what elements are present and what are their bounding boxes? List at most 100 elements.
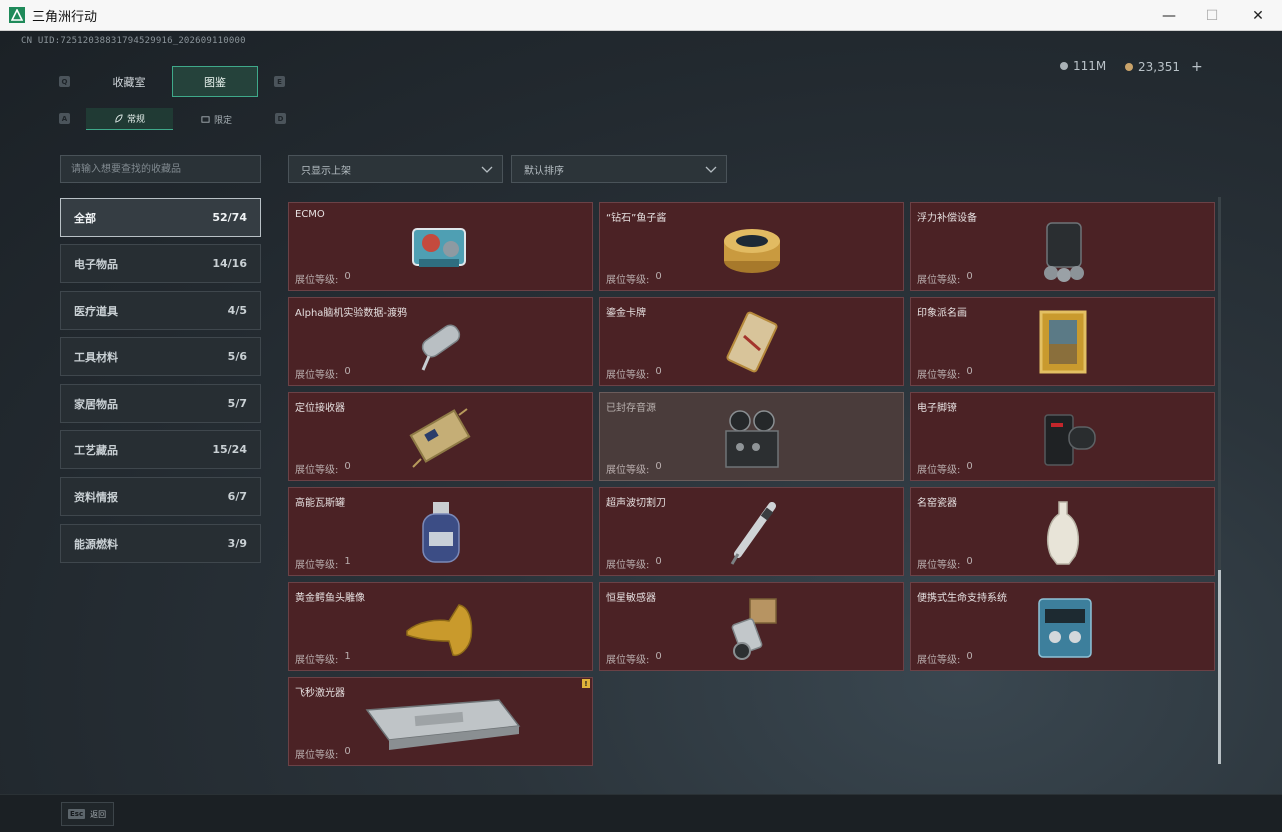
- category-intel[interactable]: 资料情报 6/7: [60, 477, 261, 516]
- grid-scrollbar[interactable]: [1218, 197, 1221, 764]
- buoyancy-device-icon: [1044, 222, 1084, 282]
- item-name: 名窑瓷器: [917, 498, 957, 509]
- item-card[interactable]: 印象派名画 展位等级: 0: [910, 297, 1215, 386]
- currency-gold-value: 23,351: [1138, 60, 1180, 74]
- item-name: 鎏金卡牌: [606, 308, 646, 319]
- new-badge: !: [582, 679, 590, 688]
- currency-gold: 23,351 +: [1125, 59, 1203, 75]
- category-household[interactable]: 家居物品 5/7: [60, 384, 261, 423]
- item-level: 展位等级: 0: [917, 651, 973, 666]
- key-d-hint: D: [275, 113, 286, 124]
- maximize-button[interactable]: ☐: [1189, 0, 1235, 31]
- category-tools[interactable]: 工具材料 5/6: [60, 337, 261, 376]
- category-all[interactable]: 全部 52/74: [60, 198, 261, 237]
- tab-collection-room[interactable]: 收藏室: [86, 66, 172, 97]
- item-card[interactable]: 便携式生命支持系统 展位等级: 0: [910, 582, 1215, 671]
- gold-coin-icon: [1125, 63, 1133, 71]
- sort-value: 默认排序: [524, 165, 564, 177]
- category-crafts[interactable]: 工艺藏品 15/24: [60, 430, 261, 469]
- item-card[interactable]: 飞秒激光器 ! 展位等级: 0: [288, 677, 593, 766]
- item-card[interactable]: 浮力补偿设备 展位等级: 0: [910, 202, 1215, 291]
- item-card[interactable]: 高能瓦斯罐 展位等级: 1: [288, 487, 593, 576]
- category-label: 能源燃料: [74, 537, 118, 551]
- item-name: 定位接收器: [295, 403, 345, 414]
- item-level: 展位等级: 0: [295, 271, 351, 286]
- esc-key-hint: Esc: [68, 809, 86, 819]
- item-card[interactable]: 黄金鳄鱼头雕像 展位等级: 1: [288, 582, 593, 671]
- category-electronics[interactable]: 电子物品 14/16: [60, 244, 261, 283]
- item-name: 超声波切割刀: [606, 498, 666, 509]
- item-level: 展位等级: 0: [917, 271, 973, 286]
- item-level: 展位等级: 0: [606, 556, 662, 571]
- limited-icon: [201, 115, 210, 123]
- back-button[interactable]: Esc 返回: [61, 802, 114, 826]
- item-level: 展位等级: 0: [295, 461, 351, 476]
- user-uid: CN UID:72512038831794529916_202609110000: [21, 36, 246, 46]
- item-card[interactable]: 恒星敏感器 展位等级: 0: [599, 582, 904, 671]
- item-card[interactable]: 超声波切割刀 展位等级: 0: [599, 487, 904, 576]
- data-cylinder-icon: [421, 324, 461, 371]
- item-level: 展位等级: 0: [917, 461, 973, 476]
- scrollbar-thumb[interactable]: [1218, 570, 1221, 764]
- reel-recorder-icon: [725, 410, 779, 468]
- category-count: 3/9: [227, 537, 247, 550]
- category-medical[interactable]: 医疗道具 4/5: [60, 291, 261, 330]
- item-card[interactable]: “钻石”鱼子酱 展位等级: 0: [599, 202, 904, 291]
- shelf-filter-dropdown[interactable]: 只显示上架: [288, 155, 503, 183]
- category-count: 15/24: [212, 443, 247, 456]
- category-count: 52/74: [212, 211, 247, 224]
- add-currency-button[interactable]: +: [1191, 59, 1203, 75]
- tab-regular[interactable]: 常规: [86, 108, 173, 130]
- item-name: 电子脚镣: [917, 403, 957, 414]
- tab-regular-label: 常规: [126, 115, 145, 125]
- category-count: 5/6: [227, 350, 247, 363]
- tab-limited[interactable]: 限定: [173, 108, 260, 130]
- close-button[interactable]: ✕: [1235, 0, 1281, 31]
- back-label: 返回: [90, 809, 107, 819]
- item-level: 展位等级: 0: [295, 366, 351, 381]
- chevron-down-icon: [481, 166, 493, 173]
- gas-canister-icon: [422, 502, 460, 563]
- key-q-hint: Q: [59, 76, 70, 87]
- category-count: 4/5: [227, 304, 247, 317]
- silver-coin-icon: [1060, 62, 1068, 70]
- item-card[interactable]: 名窑瓷器 展位等级: 0: [910, 487, 1215, 576]
- currency-silver-value: 111M: [1073, 59, 1107, 73]
- category-label: 工具材料: [74, 350, 118, 364]
- item-card[interactable]: 鎏金卡牌 展位等级: 0: [599, 297, 904, 386]
- main-area: CN UID:72512038831794529916_202609110000…: [0, 31, 1282, 794]
- gps-receiver-icon: [409, 408, 471, 468]
- star-sensor-icon: [731, 598, 777, 660]
- item-card[interactable]: 电子脚镣 展位等级: 0: [910, 392, 1215, 481]
- category-label: 医疗道具: [74, 304, 118, 318]
- tab-catalog[interactable]: 图鉴: [172, 66, 258, 97]
- search-input[interactable]: [60, 155, 261, 183]
- currency-silver: 111M: [1060, 59, 1106, 73]
- item-card[interactable]: Alpha脑机实验数据-渡鸦 展位等级: 0: [288, 297, 593, 386]
- ecmo-device-icon: [412, 228, 466, 267]
- category-energy[interactable]: 能源燃料 3/9: [60, 524, 261, 563]
- item-level: 展位等级: 0: [606, 366, 662, 381]
- gold-crocodile-icon: [406, 604, 473, 657]
- item-name: 已封存音源: [606, 403, 656, 414]
- minimize-button[interactable]: —: [1146, 0, 1192, 31]
- item-name: 印象派名画: [917, 308, 967, 319]
- item-level: 展位等级: 1: [295, 651, 351, 666]
- item-level: 展位等级: 0: [917, 556, 973, 571]
- key-a-hint: A: [59, 113, 70, 124]
- caviar-tin-icon: [724, 229, 780, 273]
- framed-painting-icon: [1039, 310, 1087, 374]
- sort-dropdown[interactable]: 默认排序: [511, 155, 727, 183]
- shelf-filter-value: 只显示上架: [301, 165, 351, 177]
- item-level: 展位等级: 0: [606, 461, 662, 476]
- item-card[interactable]: 定位接收器 展位等级: 0: [288, 392, 593, 481]
- life-support-icon: [1038, 598, 1092, 658]
- item-name: 高能瓦斯罐: [295, 498, 345, 509]
- leaf-icon: [115, 114, 123, 123]
- item-card[interactable]: ECMO 展位等级: 0: [288, 202, 593, 291]
- item-level: 展位等级: 1: [295, 556, 351, 571]
- item-name: 便携式生命支持系统: [917, 593, 1007, 604]
- app-logo-icon: [9, 7, 25, 23]
- bottom-bar: Esc 返回: [0, 794, 1282, 832]
- item-card-locked[interactable]: 已封存音源 展位等级: 0: [599, 392, 904, 481]
